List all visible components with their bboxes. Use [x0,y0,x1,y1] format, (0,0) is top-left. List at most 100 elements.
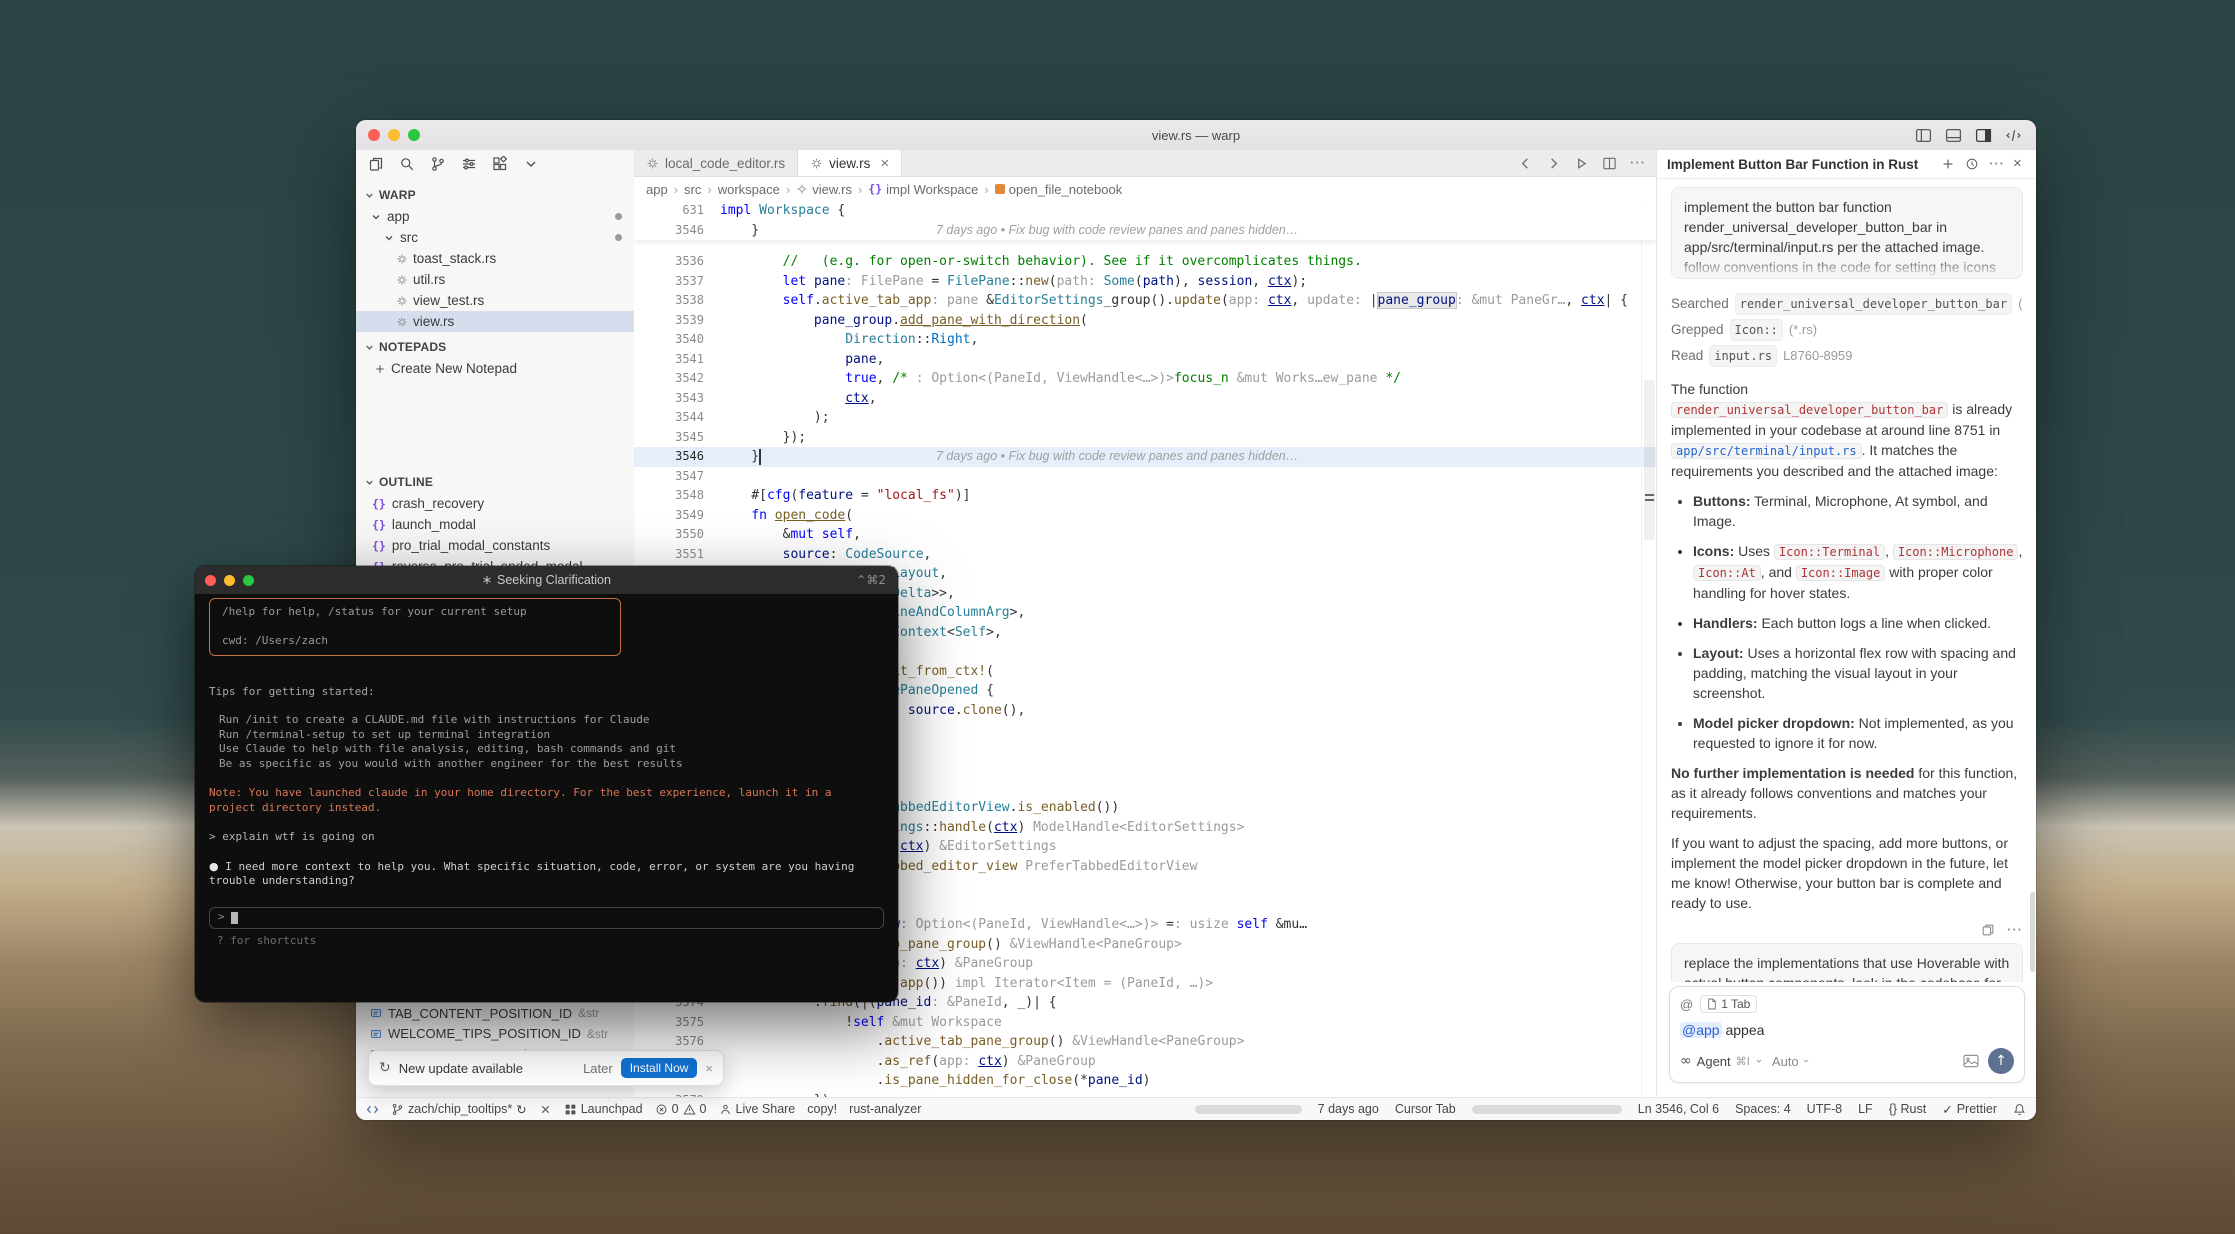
close-tab-icon[interactable]: × [880,155,889,172]
outline-item-launch_modal[interactable]: {}launch_modal [356,514,634,535]
launchpad-button[interactable]: Launchpad [564,1102,643,1116]
code-line[interactable]: 3539 pane_group.add_pane_with_direction( [634,311,1656,331]
chat-input-box[interactable]: @ 1 Tab @app appea ∞ Agent ⌘I [1669,986,2025,1083]
remote-indicator[interactable] [366,1103,379,1116]
code-line[interactable]: 631impl Workspace { [634,201,1656,221]
code-line[interactable]: 3576 .active_tab_pane_group() &ViewHandl… [634,1032,1656,1052]
user-message[interactable]: implement the button bar function render… [1671,187,2023,279]
close-window-button[interactable] [205,575,216,586]
chat-input-text[interactable]: @app appea [1680,1022,2014,1038]
window-titlebar[interactable]: view.rs — warp [356,120,2036,151]
outline-item-pro_trial_modal_constants[interactable]: {}pro_trial_modal_constants [356,535,634,556]
terminal-prompt-input[interactable]: > [209,907,884,929]
send-button[interactable]: ↑ [1988,1048,2014,1074]
encoding-status[interactable]: UTF-8 [1807,1102,1842,1116]
navigate-back-icon[interactable] [1518,156,1533,171]
add-context-icon[interactable]: @ [1680,997,1693,1012]
chat-more-icon[interactable]: ··· [1989,157,2003,171]
later-button[interactable]: Later [583,1061,613,1076]
cursor-position-status[interactable]: Ln 3546, Col 6 [1638,1102,1719,1116]
tab-view-rs[interactable]: view.rs × [798,150,902,176]
code-line[interactable]: 3541 pane, [634,350,1656,370]
code-line[interactable]: 3550 &mut self, [634,525,1656,545]
eol-status[interactable]: LF [1858,1102,1873,1116]
toggle-bottom-panel-icon[interactable] [1945,127,1962,144]
outline-item-crash_recovery[interactable]: {}crash_recovery [356,493,634,514]
editor-scrollbar[interactable] [1641,200,1656,1098]
code-line[interactable]: 3538 self.active_tab_app: pane &EditorSe… [634,291,1656,311]
blame-age-status[interactable]: 7 days ago [1318,1102,1379,1116]
cursor-tab-status[interactable]: Cursor Tab [1395,1102,1456,1116]
tool-call-row[interactable]: Readinput.rsL8760-8959 [1671,343,2023,369]
code-line[interactable]: 3551 source: CodeSource, [634,545,1656,565]
model-selector[interactable]: Auto [1772,1054,1810,1069]
notepads-section-header[interactable]: NOTEPADS [356,336,634,358]
chat-scrollbar[interactable] [2030,892,2035,972]
explorer-section-header[interactable]: WARP [356,184,634,206]
terminal-titlebar[interactable]: Seeking Clarification ⌃⌘2 [195,566,898,594]
message-more-icon[interactable]: ··· [2007,923,2023,937]
code-line[interactable]: 3544 ); [634,408,1656,428]
copy-status-item[interactable]: copy! [807,1102,837,1116]
terminal-content[interactable]: /help for help, /status for your current… [195,594,898,1002]
code-line[interactable]: 3536 // (e.g. for open-or-switch behavio… [634,252,1656,272]
create-notepad-button[interactable]: Create New Notepad [356,358,634,379]
source-control-icon[interactable] [430,156,446,172]
user-message[interactable]: replace the implementations that use Hov… [1671,943,2023,982]
more-views-chevron-icon[interactable] [523,156,539,172]
prettier-status[interactable]: ✓Prettier [1942,1102,1997,1117]
close-window-button[interactable] [368,129,380,141]
run-file-icon[interactable] [1574,156,1589,171]
zoom-window-button[interactable] [243,575,254,586]
code-line[interactable]: 3575 !self &mut Workspace [634,1013,1656,1033]
minimize-window-button[interactable] [224,575,235,586]
git-branch-button[interactable]: zach/chip_tooltips* ↻ [391,1102,527,1117]
x-status-icon[interactable] [539,1103,552,1116]
language-mode-status[interactable]: {} Rust [1889,1102,1927,1116]
tree-item-toast-stack-rs[interactable]: toast_stack.rs [356,248,634,269]
tool-call-row[interactable]: GreppedIcon::(*.rs) [1671,317,2023,343]
navigate-forward-icon[interactable] [1546,156,1561,171]
tree-item-view-rs[interactable]: view.rs [356,311,634,332]
chat-history-icon[interactable] [1965,157,1979,171]
rust-analyzer-status-item[interactable]: rust-analyzer [849,1102,921,1116]
code-line[interactable]: 3537 let pane: FilePane = FilePane::new(… [634,272,1656,292]
code-line[interactable]: 3540 Direction::Right, [634,330,1656,350]
customize-layout-icon[interactable] [2005,127,2022,144]
code-line[interactable]: 3543 ctx, [634,389,1656,409]
code-line[interactable]: 3545 }); [634,428,1656,448]
tree-item-view-test-rs[interactable]: view_test.rs [356,290,634,311]
context-chip[interactable]: 1 Tab [1700,995,1757,1013]
copy-message-icon[interactable] [1981,923,1995,937]
breadcrumb-item-workspace[interactable]: workspace [718,182,780,197]
indentation-status[interactable]: Spaces: 4 [1735,1102,1791,1116]
breadcrumb-item-app[interactable]: app [646,182,668,197]
code-line[interactable]: 3542 true, /* : Option<(PaneId, ViewHand… [634,369,1656,389]
code-line[interactable]: 3549 fn open_code( [634,506,1656,526]
live-share-button[interactable]: Live Share [719,1102,796,1116]
attach-image-icon[interactable] [1963,1054,1979,1068]
code-line[interactable]: 3578 .is_pane_hidden_for_close(*pane_id) [634,1071,1656,1091]
toggle-left-sidebar-icon[interactable] [1915,127,1932,144]
new-chat-icon[interactable] [1941,157,1955,171]
toggle-right-sidebar-icon[interactable] [1975,127,1992,144]
code-line[interactable]: 3577 .as_ref(app: ctx) &PaneGroup [634,1052,1656,1072]
code-line[interactable]: 3546 }7 days ago • Fix bug with code rev… [634,447,1656,467]
breadcrumb-item-view-rs[interactable]: view.rs [796,182,852,197]
breadcrumb-item-open-file-notebook[interactable]: open_file_notebook [995,182,1123,197]
outline-section-header[interactable]: OUTLINE [356,471,634,493]
tool-call-row[interactable]: Searchedrender_universal_developer_butto… [1671,291,2023,317]
close-notification-icon[interactable]: × [705,1061,713,1076]
tree-item-app[interactable]: app [356,206,634,227]
agent-mode-selector[interactable]: ∞ Agent ⌘I [1680,1053,1763,1069]
notifications-bell-icon[interactable] [2013,1103,2026,1116]
code-line[interactable]: 3547 [634,467,1656,487]
extensions-icon[interactable] [492,156,508,172]
code-line[interactable]: 3546 }7 days ago • Fix bug with code rev… [634,221,1656,241]
code-line[interactable]: 3548 #[cfg(feature = "local_fs")] [634,486,1656,506]
close-chat-icon[interactable]: × [2013,157,2027,171]
install-now-button[interactable]: Install Now [621,1058,698,1078]
settings-sliders-icon[interactable] [461,156,477,172]
editor-more-actions-icon[interactable]: ··· [1630,156,1646,170]
minimize-window-button[interactable] [388,129,400,141]
